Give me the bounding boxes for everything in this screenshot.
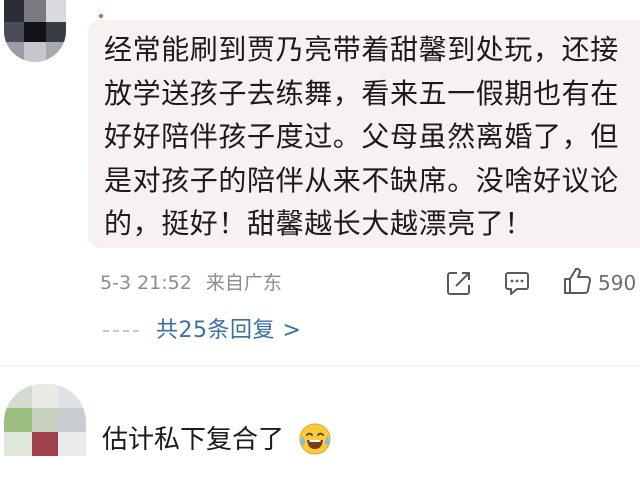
view-replies-link[interactable]: 共25条回复 > [156,315,301,347]
reply-divider [103,330,139,332]
avatar[interactable] [4,384,86,456]
laugh-cry-emoji-icon [299,423,331,455]
avatar[interactable] [4,0,66,62]
comment-text: 经常能刷到贾乃亮带着甜馨到处玩，还接放学送孩子去练舞，看来五一假期也有在好好陪伴… [104,33,619,240]
comment-text: 估计私下复合了 [102,425,285,455]
comment-icon[interactable] [504,270,530,296]
comment-divider [0,365,640,366]
decorative-dot [99,14,103,18]
share-icon[interactable] [446,270,472,296]
comment-timestamp: 5-3 21:52 [100,272,192,294]
comment-meta: 5-3 21:52 来自广东 [100,268,296,298]
like-count: 590 [598,271,637,295]
thumbs-up-icon[interactable] [562,266,592,296]
comment-location: 来自广东 [205,272,282,294]
